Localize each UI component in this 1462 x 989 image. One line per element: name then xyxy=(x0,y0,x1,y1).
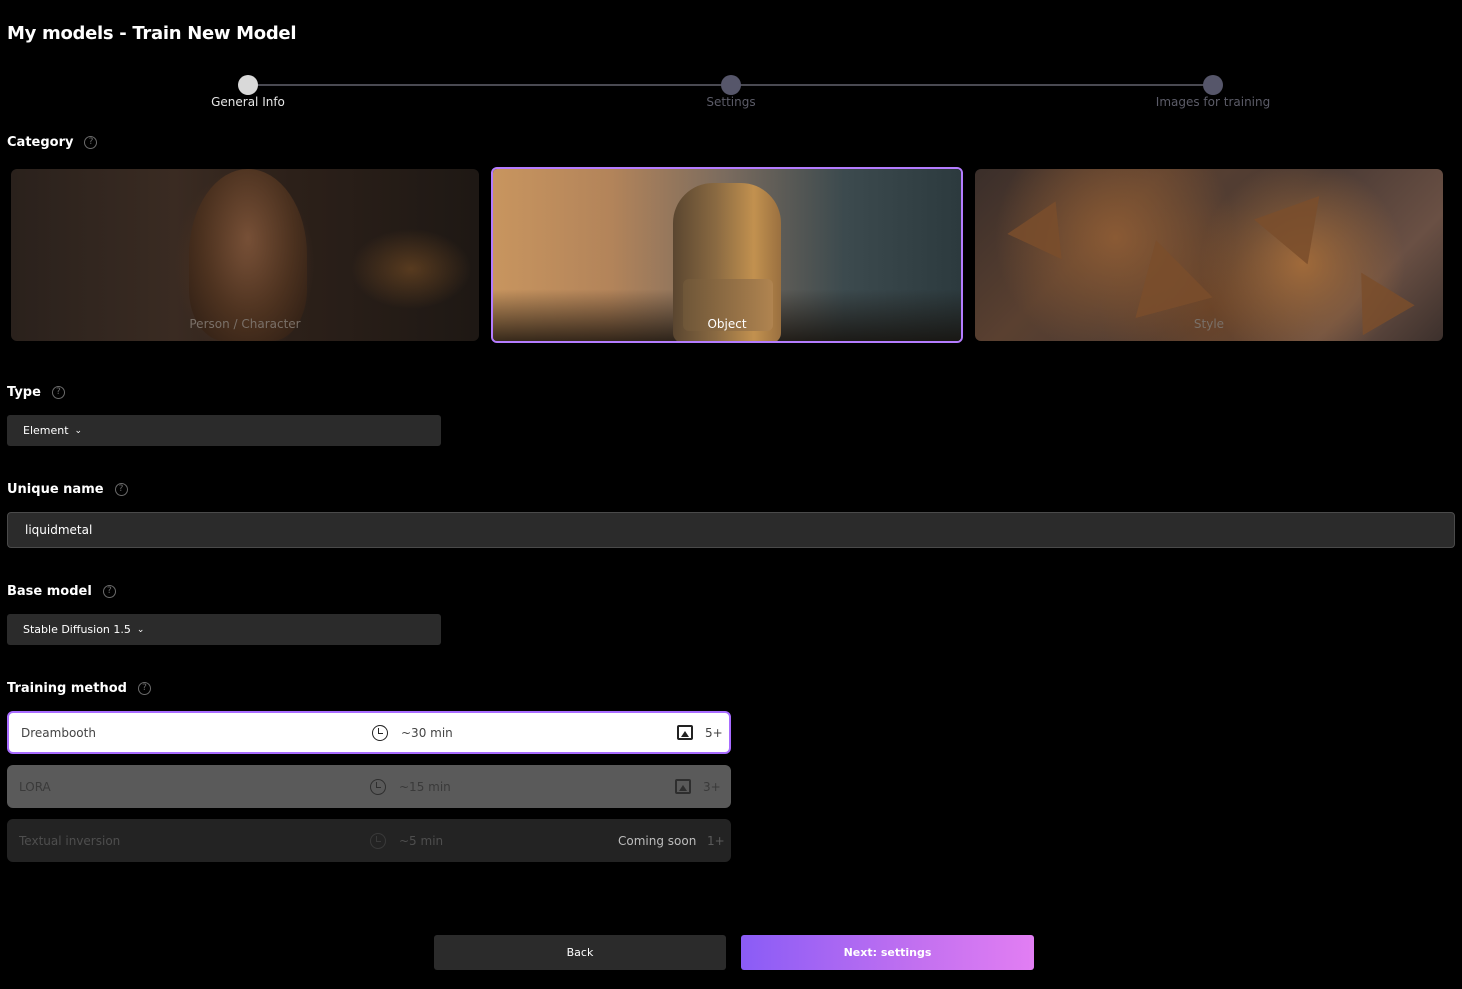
unique-name-label: Unique name ? xyxy=(7,482,128,497)
back-button[interactable]: Back xyxy=(434,935,726,970)
training-option-time: ~30 min xyxy=(401,725,453,740)
progress-stepper: General Info Settings Images for trainin… xyxy=(0,73,1462,113)
base-model-label-text: Base model xyxy=(7,584,92,599)
training-option-name: LORA xyxy=(19,779,51,794)
step-label-settings: Settings xyxy=(706,95,756,109)
training-method-help-icon[interactable]: ? xyxy=(137,682,151,695)
training-method-label: Training method ? xyxy=(7,681,151,696)
base-model-help-icon[interactable]: ? xyxy=(102,585,116,598)
category-card-person-label: Person / Character xyxy=(189,317,301,331)
training-option-time: ~15 min xyxy=(399,779,451,794)
category-card-style[interactable]: Style xyxy=(975,169,1443,341)
images-icon xyxy=(677,725,693,740)
training-option-name: Dreambooth xyxy=(21,725,96,740)
training-option-name: Textual inversion xyxy=(19,833,121,848)
category-label: Category ? xyxy=(7,135,98,150)
type-dropdown[interactable]: Element ⌄ xyxy=(7,415,441,446)
step-label-images: Images for training xyxy=(1155,95,1271,109)
category-help-icon[interactable]: ? xyxy=(84,136,98,149)
base-model-dropdown[interactable]: Stable Diffusion 1.5 ⌄ xyxy=(7,614,441,645)
type-help-icon[interactable]: ? xyxy=(51,386,65,399)
base-model-label: Base model ? xyxy=(7,584,116,599)
step-dot-images[interactable] xyxy=(1203,75,1223,95)
training-option-lora[interactable]: LORA ~15 min 3+ xyxy=(7,765,731,808)
category-card-style-label: Style xyxy=(1193,317,1225,331)
training-method-label-text: Training method xyxy=(7,681,127,696)
images-icon xyxy=(675,779,691,794)
chevron-down-icon: ⌄ xyxy=(136,624,145,635)
training-option-time: ~5 min xyxy=(399,833,444,848)
step-dot-settings[interactable] xyxy=(721,75,741,95)
step-dot-general-info[interactable] xyxy=(238,75,258,95)
unique-name-help-icon[interactable]: ? xyxy=(114,483,128,496)
training-option-image-count: 1+ xyxy=(707,833,725,848)
training-option-image-count: 3+ xyxy=(703,779,721,794)
category-label-text: Category xyxy=(7,135,74,150)
type-dropdown-value: Element xyxy=(23,424,69,437)
type-label: Type ? xyxy=(7,385,65,400)
category-card-object[interactable]: Object xyxy=(491,167,963,343)
category-card-person[interactable]: Person / Character xyxy=(11,169,479,341)
clock-icon xyxy=(370,832,386,849)
training-option-dreambooth[interactable]: Dreambooth ~30 min 5+ xyxy=(7,711,731,754)
category-card-object-label: Object xyxy=(707,317,747,331)
training-option-image-count: 5+ xyxy=(705,725,723,740)
chevron-down-icon: ⌄ xyxy=(74,425,83,436)
type-label-text: Type xyxy=(7,385,41,400)
person-face-image xyxy=(189,169,307,341)
training-option-textual-inversion: Textual inversion ~5 min Coming soon 1+ xyxy=(7,819,731,862)
next-settings-button[interactable]: Next: settings xyxy=(741,935,1034,970)
clock-icon xyxy=(372,724,388,741)
unique-name-input[interactable] xyxy=(7,512,1455,548)
step-label-general-info: General Info xyxy=(211,95,285,109)
train-model-page: My models - Train New Model General Info… xyxy=(0,0,1462,989)
coming-soon-badge: Coming soon xyxy=(618,833,697,848)
page-title: My models - Train New Model xyxy=(7,23,297,44)
base-model-dropdown-value: Stable Diffusion 1.5 xyxy=(23,623,131,636)
unique-name-label-text: Unique name xyxy=(7,482,104,497)
clock-icon xyxy=(370,778,386,795)
